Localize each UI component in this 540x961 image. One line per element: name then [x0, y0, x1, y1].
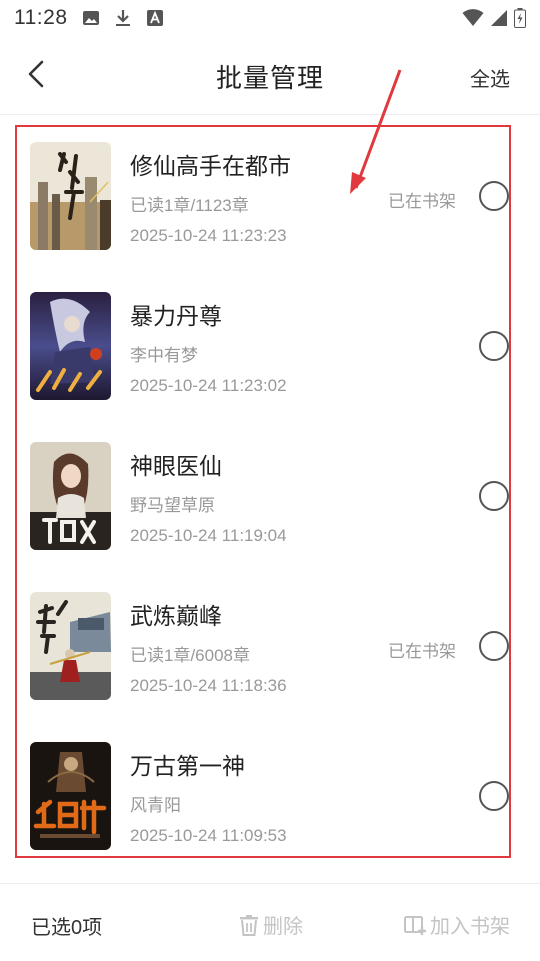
- select-all-button[interactable]: 全选: [470, 63, 510, 92]
- book-timestamp: 2025-10-24 11:09:53: [130, 826, 287, 845]
- book-progress: 已读1章/1123章: [130, 196, 249, 215]
- wifi-icon: [462, 9, 484, 26]
- book-timestamp: 2025-10-24 11:23:23: [130, 226, 287, 245]
- book-title: 修仙高手在都市: [130, 153, 291, 179]
- font-icon: [146, 10, 163, 26]
- book-list-item[interactable]: 修仙高手在都市 已读1章/1123章 2025-10-24 11:23:23 已…: [0, 125, 540, 275]
- book-list-item[interactable]: 万古第一神 风青阳 2025-10-24 11:09:53: [0, 725, 540, 875]
- book-author: 李中有梦: [130, 346, 198, 365]
- add-to-shelf-button[interactable]: 加入书架: [403, 910, 510, 939]
- book-timestamp: 2025-10-24 11:19:04: [130, 526, 287, 545]
- add-to-shelf-label: 加入书架: [430, 916, 510, 938]
- book-cover: [30, 592, 111, 700]
- selected-count: 已选0项: [31, 917, 103, 939]
- book-list-item[interactable]: 暴力丹尊 李中有梦 2025-10-24 11:23:02: [0, 275, 540, 425]
- book-cover-image: [30, 742, 111, 850]
- add-bookshelf-icon: [404, 915, 426, 935]
- on-shelf-label: 已在书架: [388, 192, 456, 211]
- select-radio[interactable]: [479, 331, 509, 361]
- book-timestamp: 2025-10-24 11:23:02: [130, 376, 287, 395]
- book-list-item[interactable]: 神眼医仙 野马望草原 2025-10-24 11:19:04: [0, 425, 540, 575]
- book-cover-image: [30, 442, 111, 550]
- signal-icon: [491, 10, 507, 26]
- select-radio[interactable]: [479, 181, 509, 211]
- bottom-action-bar: 已选0项 删除 加入书架: [0, 883, 540, 961]
- image-icon: [82, 11, 99, 25]
- battery-charging-icon: [514, 8, 526, 28]
- page-title: 批量管理: [215, 63, 324, 93]
- book-author: 风青阳: [130, 796, 181, 815]
- book-cover: [30, 442, 111, 550]
- book-title: 武炼巅峰: [130, 603, 222, 629]
- delete-button[interactable]: 删除: [238, 910, 303, 939]
- book-title: 万古第一神: [130, 753, 245, 779]
- book-progress: 已读1章/6008章: [130, 646, 250, 665]
- status-left: 11:28: [14, 6, 164, 30]
- delete-label: 删除: [263, 916, 303, 938]
- select-radio[interactable]: [479, 631, 509, 661]
- download-icon: [115, 10, 130, 26]
- header: 批量管理 全选: [0, 36, 540, 115]
- status-right: [462, 8, 526, 28]
- book-cover: [30, 142, 111, 250]
- trash-icon: [240, 914, 258, 936]
- select-radio[interactable]: [479, 781, 509, 811]
- book-list-item[interactable]: 武炼巅峰 已读1章/6008章 2025-10-24 11:18:36 已在书架: [0, 575, 540, 725]
- book-cover: [30, 742, 111, 850]
- book-title: 神眼医仙: [130, 453, 222, 479]
- on-shelf-label: 已在书架: [388, 642, 456, 661]
- book-title: 暴力丹尊: [130, 303, 222, 329]
- select-radio[interactable]: [479, 481, 509, 511]
- book-cover: [30, 292, 111, 400]
- status-time: 11:28: [14, 6, 68, 29]
- status-bar: 11:28: [0, 0, 540, 36]
- book-cover-image: [30, 292, 111, 400]
- book-author: 野马望草原: [130, 496, 215, 515]
- book-cover-image: [30, 592, 111, 700]
- book-cover-image: [30, 142, 111, 250]
- book-list: 修仙高手在都市 已读1章/1123章 2025-10-24 11:23:23 已…: [0, 125, 540, 875]
- book-timestamp: 2025-10-24 11:18:36: [130, 676, 287, 695]
